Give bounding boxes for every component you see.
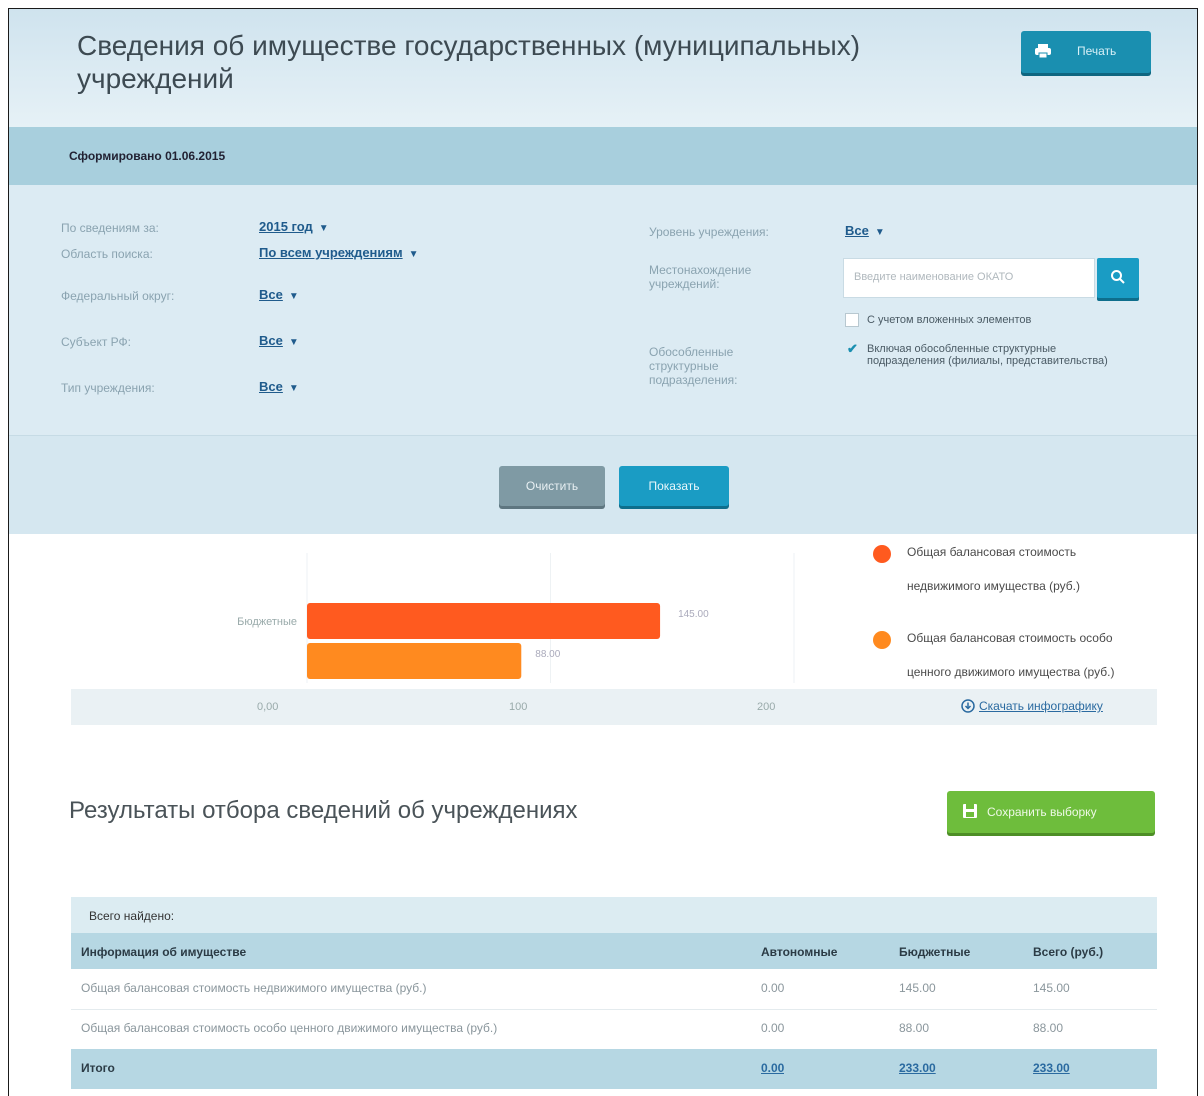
table-row: Общая балансовая стоимость особо ценного… [71,1009,1157,1050]
total-all-link[interactable]: 233.00 [1033,1049,1070,1089]
data-label: 145.00 [678,609,709,620]
clear-button[interactable]: Очистить [499,466,605,506]
legend-dot-movable [873,631,891,649]
found-label: Всего найдено: [89,909,175,923]
save-selection-button[interactable]: Сохранить выборку [947,791,1155,833]
legend-movable: Общая балансовая стоимость особо ценного… [907,631,1115,679]
level-label: Уровень учреждения: [649,225,769,239]
bar[interactable] [307,603,661,639]
table-cell: 0.00 [761,1021,785,1035]
column-header[interactable]: Всего (руб.) [1033,933,1103,969]
scope-label: Область поиска: [61,247,153,261]
filters-panel: По сведениям за: 2015 год ▼ Область поиск… [9,185,1197,435]
type-label: Тип учреждения: [61,381,155,395]
separate-checkbox[interactable]: ✔ [847,341,858,357]
page-frame: Сведения об имуществе государственных (м… [8,8,1198,1096]
results-title: Результаты отбора сведений об учреждения… [69,797,578,824]
period-value: 2015 год [259,219,313,234]
type-select[interactable]: Все ▼ [259,379,299,394]
page-title: Сведения об имуществе государственных (м… [77,30,861,94]
table-header: Информация об имуществе Автономные Бюдже… [71,933,1157,969]
location-label: Местонахождение учреждений: [649,263,752,291]
table-cell: 145.00 [1033,981,1070,995]
total-row: Итого 0.00 233.00 233.00 [71,1049,1157,1089]
level-value: Все [845,223,869,238]
caret-down-icon: ▼ [874,227,885,238]
legend-real-estate: Общая балансовая стоимость недвижимого и… [907,545,1081,593]
x-tick-label: 100 [509,701,528,713]
level-select[interactable]: Все ▼ [845,223,885,238]
table-row: Общая балансовая стоимость недвижимого и… [71,969,1157,1010]
table-cell: 88.00 [899,1021,930,1035]
caret-down-icon: ▼ [288,337,299,348]
print-button[interactable]: Печать [1021,31,1151,73]
x-tick-label: 200 [757,701,776,713]
printer-icon [1035,44,1051,58]
scope-value: По всем учреждениям [259,245,403,260]
separate-label: Обособленные структурные подразделения: [649,345,738,387]
download-icon [961,699,975,713]
table-cell: 0.00 [761,981,785,995]
save-label: Сохранить выборку [987,805,1097,819]
found-row: Всего найдено: [71,897,1157,933]
nested-label: С учетом вложенных элементов [867,314,1032,326]
download-infographic-link[interactable]: Скачать инфографику [961,699,1103,713]
legend-dot-real-estate [873,545,891,563]
okato-input[interactable]: Введите наименование ОКАТО [843,258,1095,298]
bar[interactable] [307,643,522,679]
subject-select[interactable]: Все ▼ [259,333,299,348]
subject-value: Все [259,333,283,348]
nested-checkbox[interactable] [845,313,859,327]
district-value: Все [259,287,283,302]
subject-label: Субъект РФ: [61,335,131,349]
okato-search-button[interactable] [1097,258,1139,298]
category-label: Бюджетные [237,616,297,628]
header: Сведения об имуществе государственных (м… [9,9,1197,127]
period-select[interactable]: 2015 год ▼ [259,219,329,234]
column-header[interactable]: Автономные [761,933,837,969]
caret-down-icon: ▼ [318,223,329,234]
separate-option-label: Включая обособленные структурные подразд… [867,343,1108,367]
period-label: По сведениям за: [61,221,159,235]
caret-down-icon: ▼ [408,249,419,260]
show-button[interactable]: Показать [619,466,729,506]
type-value: Все [259,379,283,394]
total-autonomous-link[interactable]: 0.00 [761,1049,784,1089]
total-label: Итого [81,1061,115,1075]
table-cell: 145.00 [899,981,936,995]
total-budget-link[interactable]: 233.00 [899,1049,936,1089]
download-infographic-label: Скачать инфографику [979,699,1103,713]
formed-bar: Сформировано 01.06.2015 [9,127,1197,185]
x-tick-label: 0,00 [257,701,279,713]
scope-select[interactable]: По всем учреждениям ▼ [259,245,419,260]
column-header: Информация об имуществе [81,945,247,959]
table-cell: Общая балансовая стоимость особо ценного… [81,1021,498,1035]
column-header[interactable]: Бюджетные [899,933,970,969]
caret-down-icon: ▼ [288,383,299,394]
caret-down-icon: ▼ [288,291,299,302]
formed-date: Сформировано 01.06.2015 [69,149,226,163]
search-icon [1111,270,1125,284]
data-label: 88.00 [535,649,560,660]
table-cell: Общая балансовая стоимость недвижимого и… [81,981,427,995]
print-label: Печать [1077,44,1117,58]
district-label: Федеральный округ: [61,289,175,303]
actions-bar: Очистить Показать [9,435,1197,534]
save-icon [963,804,977,818]
district-select[interactable]: Все ▼ [259,287,299,302]
table-cell: 88.00 [1033,1021,1064,1035]
